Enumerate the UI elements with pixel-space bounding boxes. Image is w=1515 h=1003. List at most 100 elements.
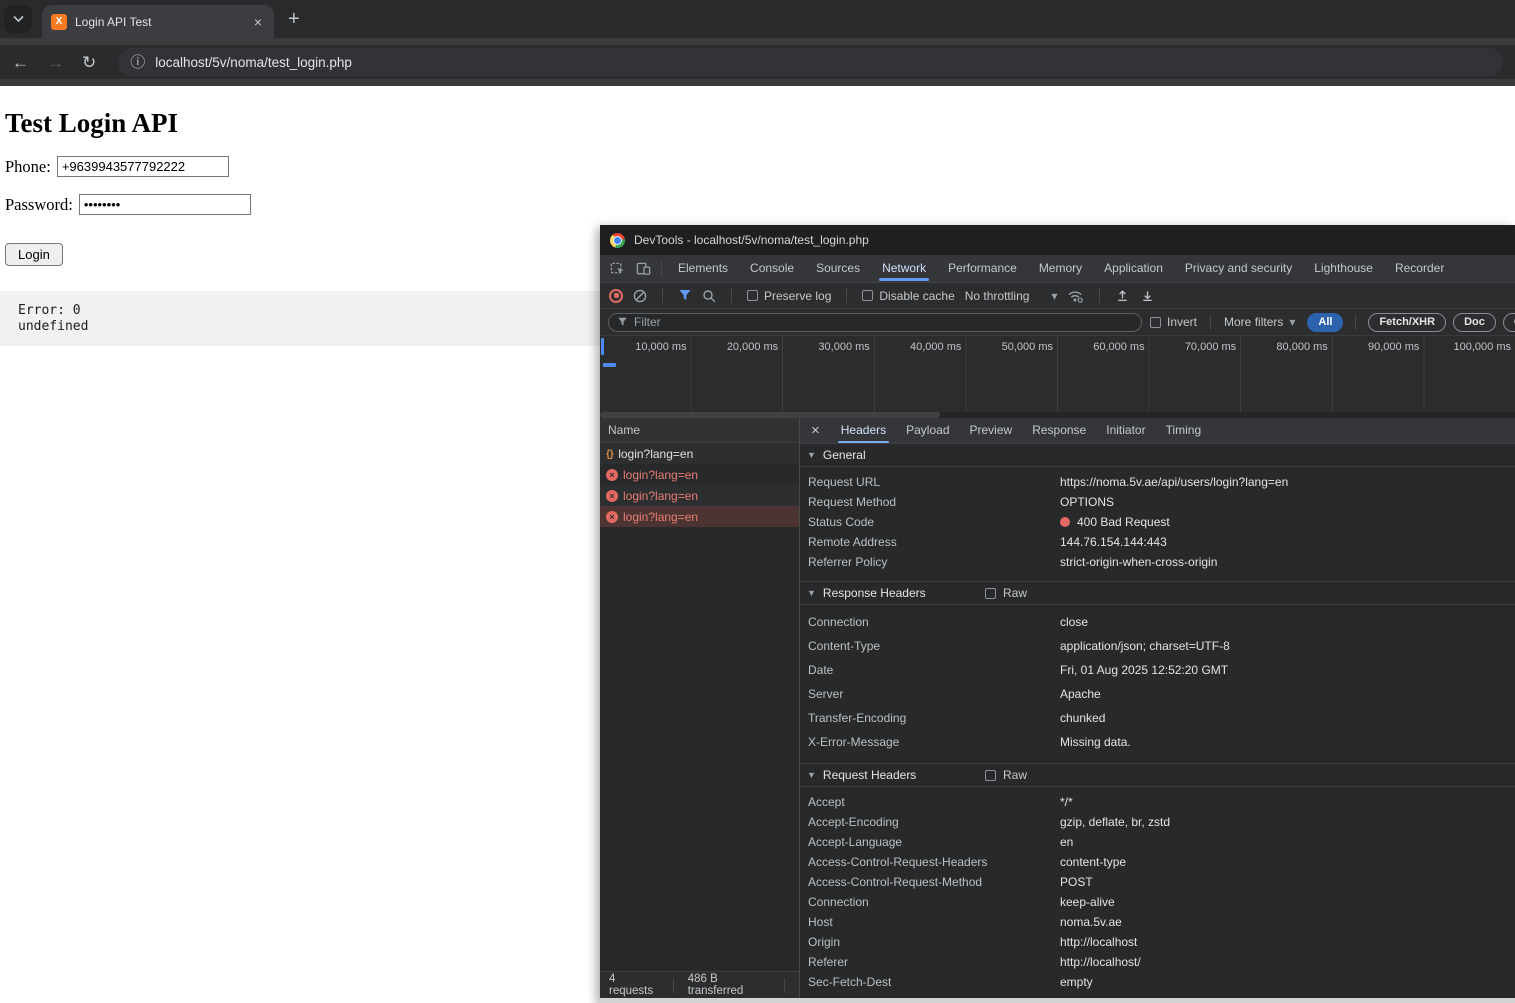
devtools-tab-memory[interactable]: Memory bbox=[1028, 255, 1093, 282]
tab-strip: X Login API Test × + bbox=[0, 0, 1515, 38]
timeline-tick: 50,000 ms bbox=[965, 341, 1053, 353]
network-request-row[interactable]: ×login?lang=en bbox=[600, 464, 799, 485]
filter-pill-all[interactable]: All bbox=[1307, 313, 1343, 332]
network-request-row[interactable]: × login?lang=en bbox=[600, 485, 799, 506]
import-har-icon[interactable] bbox=[1115, 288, 1130, 303]
network-overview-timeline[interactable]: 10,000 ms20,000 ms30,000 ms40,000 ms50,0… bbox=[600, 336, 1515, 412]
devtools-tab-lighthouse[interactable]: Lighthouse bbox=[1303, 255, 1384, 282]
header-value: Fri, 01 Aug 2025 12:52:20 GMT bbox=[1060, 663, 1515, 677]
timeline-tick: 90,000 ms bbox=[1331, 341, 1419, 353]
device-toolbar-icon[interactable] bbox=[630, 257, 656, 281]
request-details-panel: × HeadersPayloadPreviewResponseInitiator… bbox=[800, 418, 1515, 998]
tab-search-button[interactable] bbox=[4, 5, 32, 33]
header-value: application/json; charset=UTF-8 bbox=[1060, 639, 1515, 653]
details-tab-preview[interactable]: Preview bbox=[960, 418, 1023, 443]
inspect-icon[interactable] bbox=[604, 257, 630, 281]
login-button[interactable]: Login bbox=[5, 243, 63, 266]
divider bbox=[1210, 315, 1211, 330]
header-row: Originhttp://localhost bbox=[800, 932, 1515, 952]
devtools-tab-sources[interactable]: Sources bbox=[805, 255, 871, 282]
timeline-tick: 70,000 ms bbox=[1148, 341, 1236, 353]
back-icon[interactable]: ← bbox=[12, 54, 29, 71]
search-icon[interactable] bbox=[702, 289, 716, 303]
filter-input[interactable]: Filter bbox=[608, 313, 1142, 332]
export-har-icon[interactable] bbox=[1140, 288, 1155, 303]
header-row: Request URLhttps://noma.5v.ae/api/users/… bbox=[800, 472, 1515, 492]
devtools-tab-privacy-and-security[interactable]: Privacy and security bbox=[1174, 255, 1303, 282]
details-tab-timing[interactable]: Timing bbox=[1156, 418, 1212, 443]
name-column-header[interactable]: Name bbox=[600, 418, 799, 443]
disclosure-triangle-icon[interactable]: ▼ bbox=[807, 450, 816, 460]
disclosure-triangle-icon[interactable]: ▼ bbox=[807, 588, 816, 598]
divider bbox=[731, 288, 732, 303]
header-name: Request Method bbox=[808, 495, 1060, 509]
network-conditions-icon[interactable] bbox=[1067, 288, 1084, 304]
network-request-row[interactable]: ×login?lang=en bbox=[600, 506, 799, 527]
address-bar[interactable]: ⓘ localhost/5v/noma/test_login.php bbox=[118, 48, 1503, 76]
invert-checkbox[interactable] bbox=[1150, 317, 1161, 328]
tab-close-icon[interactable]: × bbox=[251, 14, 265, 30]
reload-icon[interactable]: ↻ bbox=[82, 54, 96, 71]
header-value: POST bbox=[1060, 875, 1515, 889]
network-request-row[interactable]: {}login?lang=en bbox=[600, 443, 799, 464]
header-value: http://localhost/ bbox=[1060, 955, 1515, 969]
new-tab-button[interactable]: + bbox=[288, 9, 300, 29]
details-tab-payload[interactable]: Payload bbox=[896, 418, 959, 443]
devtools-tab-network[interactable]: Network bbox=[871, 255, 937, 282]
more-filters-button[interactable]: More filters ▾ bbox=[1224, 315, 1295, 329]
request-name: login?lang=en bbox=[623, 510, 698, 524]
devtools-tabs: ElementsConsoleSourcesNetworkPerformance… bbox=[667, 255, 1455, 282]
header-row: Transfer-Encodingchunked bbox=[800, 706, 1515, 730]
devtools-tab-application[interactable]: Application bbox=[1093, 255, 1174, 282]
password-input[interactable] bbox=[79, 194, 251, 215]
header-name: Transfer-Encoding bbox=[808, 711, 1060, 725]
network-summary-bar: 4 requests 486 B transferred bbox=[600, 971, 799, 998]
header-name: Accept-Encoding bbox=[808, 815, 1060, 829]
devtools-tabbar: ElementsConsoleSourcesNetworkPerformance… bbox=[600, 255, 1515, 283]
details-tab-headers[interactable]: Headers bbox=[831, 418, 896, 443]
divider bbox=[846, 288, 847, 303]
details-tab-response[interactable]: Response bbox=[1022, 418, 1096, 443]
header-row: Connectionclose bbox=[800, 610, 1515, 634]
clear-icon[interactable] bbox=[633, 289, 647, 303]
devtools-tab-elements[interactable]: Elements bbox=[667, 255, 739, 282]
forward-icon[interactable]: → bbox=[47, 54, 64, 71]
disable-cache-checkbox[interactable] bbox=[862, 290, 873, 301]
devtools-tab-recorder[interactable]: Recorder bbox=[1384, 255, 1455, 282]
request-name: login?lang=en bbox=[623, 468, 698, 482]
details-tabbar: × HeadersPayloadPreviewResponseInitiator… bbox=[800, 418, 1515, 444]
throttling-select[interactable]: No throttling ▾ bbox=[965, 289, 1058, 303]
record-icon[interactable] bbox=[609, 289, 623, 303]
raw-checkbox[interactable] bbox=[985, 588, 996, 599]
invert-label: Invert bbox=[1167, 315, 1197, 329]
header-name: Content-Type bbox=[808, 639, 1060, 653]
devtools-tab-performance[interactable]: Performance bbox=[937, 255, 1028, 282]
browser-chrome: X Login API Test × + ← → ↻ ⓘ localhost/5… bbox=[0, 0, 1515, 86]
details-tab-initiator[interactable]: Initiator bbox=[1096, 418, 1155, 443]
header-row: Sec-Fetch-Destempty bbox=[800, 972, 1515, 992]
disclosure-triangle-icon[interactable]: ▼ bbox=[807, 770, 816, 780]
activity-marker bbox=[603, 363, 616, 367]
section-title: Request Headers bbox=[823, 768, 916, 782]
error-icon: × bbox=[606, 490, 618, 502]
site-info-icon[interactable]: ⓘ bbox=[130, 55, 145, 70]
filter-pill-css[interactable]: CSS bbox=[1503, 313, 1515, 332]
devtools-tab-console[interactable]: Console bbox=[739, 255, 805, 282]
browser-tab[interactable]: X Login API Test × bbox=[42, 5, 274, 38]
close-details-icon[interactable]: × bbox=[800, 422, 831, 439]
header-value: gzip, deflate, br, zstd bbox=[1060, 815, 1515, 829]
filter-pill-fetch-xhr[interactable]: Fetch/XHR bbox=[1368, 313, 1446, 332]
filter-pill-doc[interactable]: Doc bbox=[1453, 313, 1496, 332]
section-body: Accept*/*Accept-Encodinggzip, deflate, b… bbox=[800, 787, 1515, 998]
raw-checkbox[interactable] bbox=[985, 770, 996, 781]
json-icon: {} bbox=[606, 448, 613, 460]
devtools-titlebar[interactable]: DevTools - localhost/5v/noma/test_login.… bbox=[600, 225, 1515, 255]
filter-funnel-icon[interactable] bbox=[678, 289, 692, 302]
request-name: login?lang=en bbox=[623, 489, 698, 503]
header-name: X-Error-Message bbox=[808, 735, 1060, 749]
preserve-log-checkbox[interactable] bbox=[747, 290, 758, 301]
phone-input[interactable] bbox=[57, 156, 229, 177]
header-name: Host bbox=[808, 915, 1060, 929]
requests-count: 4 requests bbox=[609, 973, 659, 997]
divider bbox=[784, 978, 785, 993]
